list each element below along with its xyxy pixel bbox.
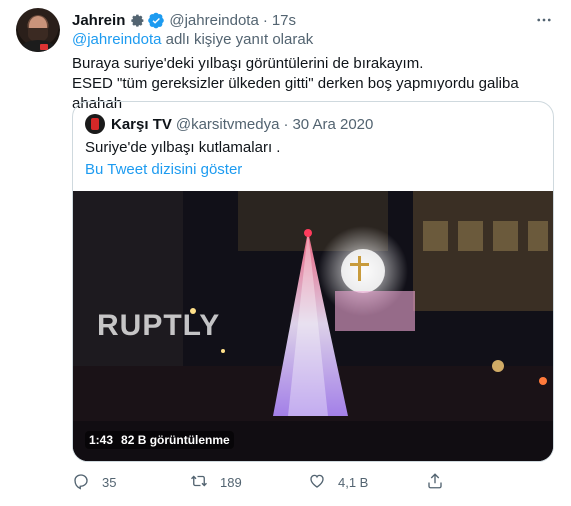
- video-duration-badge: 1:43 82 B görüntülenme: [85, 431, 234, 449]
- quoted-tweet-date: 30 Ara 2020: [292, 115, 374, 133]
- reply-icon: [72, 472, 90, 493]
- separator-dot: ·: [283, 115, 289, 133]
- quoted-tweet[interactable]: Karşı TV @karsitvmedya · 30 Ara 2020 Sur…: [72, 101, 554, 462]
- quoted-author-avatar: [85, 114, 105, 134]
- tweet[interactable]: Jahrein @jahreindota · 17s @jahreindota …: [0, 0, 571, 506]
- retweet-icon: [190, 472, 208, 493]
- more-horizontal-icon[interactable]: [533, 10, 555, 30]
- reply-context-text: adlı kişiye yanıt olarak: [161, 31, 314, 48]
- tweet-header: Jahrein @jahreindota · 17s: [72, 10, 296, 30]
- author-handle[interactable]: @jahreindota: [169, 12, 258, 29]
- share-icon: [426, 472, 444, 493]
- retweet-button[interactable]: 189: [190, 472, 242, 493]
- quoted-tweet-text: Suriye'de yılbaşı kutlamaları .: [85, 139, 281, 156]
- retweet-count: 189: [220, 474, 242, 490]
- like-button[interactable]: 4,1 B: [308, 472, 368, 493]
- video-watermark: RUPTLY: [97, 309, 221, 342]
- quoted-tweet-header: Karşı TV @karsitvmedya · 30 Ara 2020: [85, 114, 373, 134]
- heart-icon: [308, 472, 326, 493]
- like-count: 4,1 B: [338, 474, 369, 490]
- reply-count: 35: [102, 474, 117, 490]
- separator-dot: ·: [262, 11, 268, 29]
- reply-button[interactable]: 35: [72, 472, 116, 493]
- show-thread-link[interactable]: Bu Tweet dizisini göster: [85, 161, 242, 178]
- verified-badge-icon: [148, 12, 165, 29]
- share-button[interactable]: [426, 472, 444, 493]
- avatar-body: [20, 40, 56, 52]
- author-name[interactable]: Jahrein: [72, 12, 125, 29]
- tweet-actions: 35 189 4,1 B: [72, 470, 542, 494]
- video-views: 82 B görüntülenme: [121, 433, 230, 447]
- tweet-text-line: Buraya suriye'deki yılbaşı görüntülerini…: [72, 55, 424, 72]
- reply-mention-link[interactable]: @jahreindota: [72, 31, 161, 48]
- quoted-author-handle: @karsitvmedya: [175, 115, 280, 133]
- reply-context: @jahreindota adlı kişiye yanıt olarak: [72, 31, 313, 48]
- tweet-time[interactable]: 17s: [272, 12, 296, 29]
- video-duration: 1:43: [89, 433, 114, 447]
- video-player[interactable]: RUPTLY 1:43 82 B görüntülenme: [73, 191, 553, 461]
- gear-icon: [129, 12, 146, 29]
- quoted-author-name: Karşı TV: [111, 115, 172, 133]
- author-avatar[interactable]: [16, 8, 60, 52]
- avatar-shirt-logo: [40, 44, 48, 50]
